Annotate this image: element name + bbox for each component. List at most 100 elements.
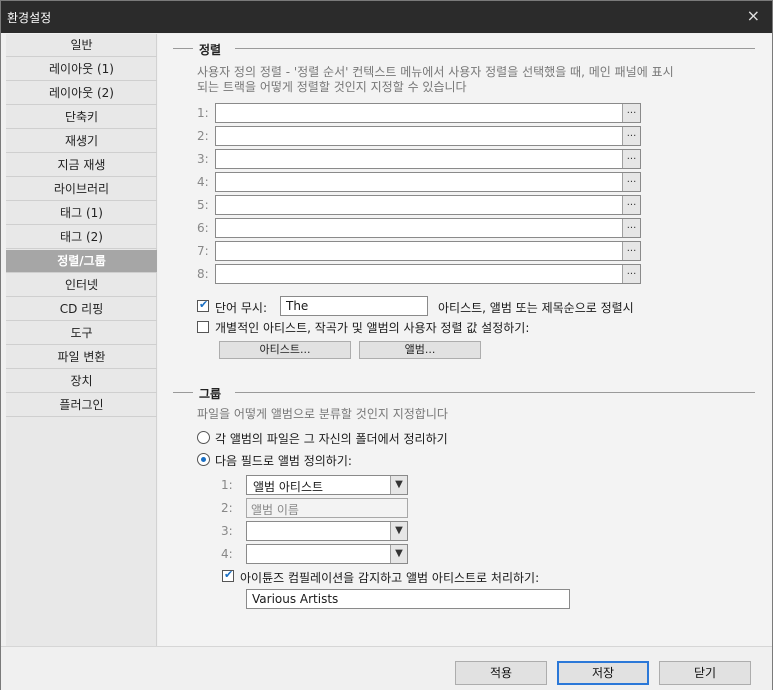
title-bar: 환경설정 × <box>1 1 772 33</box>
ignore-words-input[interactable]: The <box>280 296 428 316</box>
browse-button[interactable]: ... <box>622 196 640 214</box>
sidebar-item-file-convert[interactable]: 파일 변환 <box>6 346 157 369</box>
dropdown-arrow-icon[interactable]: ▼ <box>390 545 407 563</box>
group-field-number: 2: <box>221 501 233 515</box>
dropdown-arrow-icon[interactable]: ▼ <box>390 522 407 540</box>
browse-button[interactable]: ... <box>622 150 640 168</box>
divider <box>235 392 755 393</box>
sort-row-number: 3: <box>197 152 209 166</box>
sort-field-input[interactable]: ... <box>215 103 641 123</box>
custom-sort-values-label: 개별적인 아티스트, 작곡가 및 앨범의 사용자 정렬 값 설정하기: <box>215 321 530 335</box>
sidebar-item-cd-ripping[interactable]: CD 리핑 <box>6 298 157 321</box>
sort-field-input[interactable]: ... <box>215 241 641 261</box>
group-field-row: 3: ▼ <box>221 521 421 541</box>
divider <box>173 392 193 393</box>
browse-button[interactable]: ... <box>622 242 640 260</box>
group-field-number: 1: <box>221 478 233 492</box>
sidebar-item-internet[interactable]: 인터넷 <box>6 274 157 297</box>
sort-row-number: 5: <box>197 198 209 212</box>
sidebar-item-devices[interactable]: 장치 <box>6 370 157 393</box>
browse-button[interactable]: ... <box>622 104 640 122</box>
group-field-number: 3: <box>221 524 233 538</box>
group-by-folder-radio[interactable] <box>197 431 210 444</box>
sort-row: 1: ... <box>197 103 661 123</box>
sort-row: 7: ... <box>197 241 661 261</box>
sort-row-number: 1: <box>197 106 209 120</box>
group-field-select[interactable]: ▼ <box>246 544 408 564</box>
ignore-words-checkbox[interactable]: ✔ <box>197 298 209 312</box>
sidebar-item-tags-2[interactable]: 태그 (2) <box>6 226 157 249</box>
browse-button[interactable]: ... <box>622 127 640 145</box>
sort-row-number: 8: <box>197 267 209 281</box>
radio-selected-dot <box>201 457 206 462</box>
group-by-fields-radio[interactable] <box>197 453 210 466</box>
group-by-fields-label: 다음 필드로 앨범 정의하기: <box>215 454 352 468</box>
group-field-row: 4: ▼ <box>221 544 421 564</box>
check-icon: ✔ <box>199 298 209 311</box>
sort-description-line: 되는 트랙을 어떻게 정렬할 것인지 지정할 수 있습니다 <box>197 80 467 94</box>
sort-field-input[interactable]: ... <box>215 126 641 146</box>
group-field-value: 앨범 아티스트 <box>253 480 324 494</box>
group-section-header: 그룹 <box>173 385 755 401</box>
divider <box>173 48 193 49</box>
group-field-select[interactable]: ▼ <box>246 521 408 541</box>
group-field-row: 2: 앨범 이름 <box>221 498 421 518</box>
artist-button[interactable]: 아티스트... <box>219 341 351 359</box>
sort-row: 6: ... <box>197 218 661 238</box>
sidebar-item-layout-2[interactable]: 레이아웃 (2) <box>6 82 157 105</box>
sort-section-header: 정렬 <box>173 41 755 57</box>
sort-field-input[interactable]: ... <box>215 264 641 284</box>
group-field-row: 1: 앨범 아티스트 ▼ <box>221 475 421 495</box>
sort-row: 2: ... <box>197 126 661 146</box>
itunes-compilation-checkbox[interactable]: ✔ <box>222 568 234 582</box>
ignore-words-label: 단어 무시: <box>215 301 268 315</box>
sidebar-item-shortcuts[interactable]: 단축키 <box>6 106 157 129</box>
sidebar-item-general[interactable]: 일반 <box>6 34 157 57</box>
browse-button[interactable]: ... <box>622 173 640 191</box>
sort-field-input[interactable]: ... <box>215 195 641 215</box>
group-description: 파일을 어떻게 앨범으로 분류할 것인지 지정합니다 <box>197 407 448 421</box>
sort-description-line: 사용자 정의 정렬 - '정렬 순서' 컨텍스트 메뉴에서 사용자 정렬을 선택… <box>197 65 674 79</box>
save-button[interactable]: 저장 <box>557 661 649 685</box>
sidebar-item-tags-1[interactable]: 태그 (1) <box>6 202 157 225</box>
settings-panel: 정렬 사용자 정의 정렬 - '정렬 순서' 컨텍스트 메뉴에서 사용자 정렬을… <box>158 34 772 646</box>
divider <box>235 48 755 49</box>
dialog-footer: 적용 저장 닫기 <box>1 646 772 690</box>
sort-field-input[interactable]: ... <box>215 172 641 192</box>
sidebar-item-plugins[interactable]: 플러그인 <box>6 394 157 417</box>
group-by-folder-label: 각 앨범의 파일은 그 자신의 폴더에서 정리하기 <box>215 432 448 446</box>
browse-button[interactable]: ... <box>622 219 640 237</box>
apply-button[interactable]: 적용 <box>455 661 547 685</box>
sidebar-item-sort-group[interactable]: 정렬/그룹 <box>6 250 157 273</box>
sort-field-input[interactable]: ... <box>215 218 641 238</box>
sidebar: 일반 레이아웃 (1) 레이아웃 (2) 단축키 재생기 지금 재생 라이브러리… <box>6 34 157 646</box>
group-field-select[interactable]: 앨범 아티스트 ▼ <box>246 475 408 495</box>
sort-row: 4: ... <box>197 172 661 192</box>
group-field-fixed: 앨범 이름 <box>246 498 408 518</box>
preferences-window: 환경설정 × 일반 레이아웃 (1) 레이아웃 (2) 단축키 재생기 지금 재… <box>0 0 773 690</box>
sort-row: 8: ... <box>197 264 661 284</box>
sidebar-item-layout-1[interactable]: 레이아웃 (1) <box>6 58 157 81</box>
custom-sort-values-checkbox[interactable] <box>197 321 209 333</box>
sort-row-number: 4: <box>197 175 209 189</box>
browse-button[interactable]: ... <box>622 265 640 283</box>
sidebar-item-library[interactable]: 라이브러리 <box>6 178 157 201</box>
close-icon[interactable]: × <box>747 6 760 25</box>
sort-row: 3: ... <box>197 149 661 169</box>
album-button[interactable]: 앨범... <box>359 341 481 359</box>
sidebar-item-player[interactable]: 재생기 <box>6 130 157 153</box>
sort-field-input[interactable]: ... <box>215 149 641 169</box>
itunes-compilation-label: 아이튠즈 컴필레이션을 감지하고 앨범 아티스트로 처리하기: <box>240 571 540 585</box>
group-field-value: 앨범 이름 <box>251 503 299 517</box>
sidebar-item-now-playing[interactable]: 지금 재생 <box>6 154 157 177</box>
close-button[interactable]: 닫기 <box>659 661 751 685</box>
sidebar-item-tools[interactable]: 도구 <box>6 322 157 345</box>
ignore-words-suffix: 아티스트, 앨범 또는 제목순으로 정렬시 <box>438 301 634 315</box>
dropdown-arrow-icon[interactable]: ▼ <box>390 476 407 494</box>
group-section-title: 그룹 <box>199 387 222 401</box>
various-artists-input[interactable]: Various Artists <box>246 589 570 609</box>
check-icon: ✔ <box>224 568 234 581</box>
sort-row-number: 6: <box>197 221 209 235</box>
sort-row: 5: ... <box>197 195 661 215</box>
sort-row-number: 2: <box>197 129 209 143</box>
